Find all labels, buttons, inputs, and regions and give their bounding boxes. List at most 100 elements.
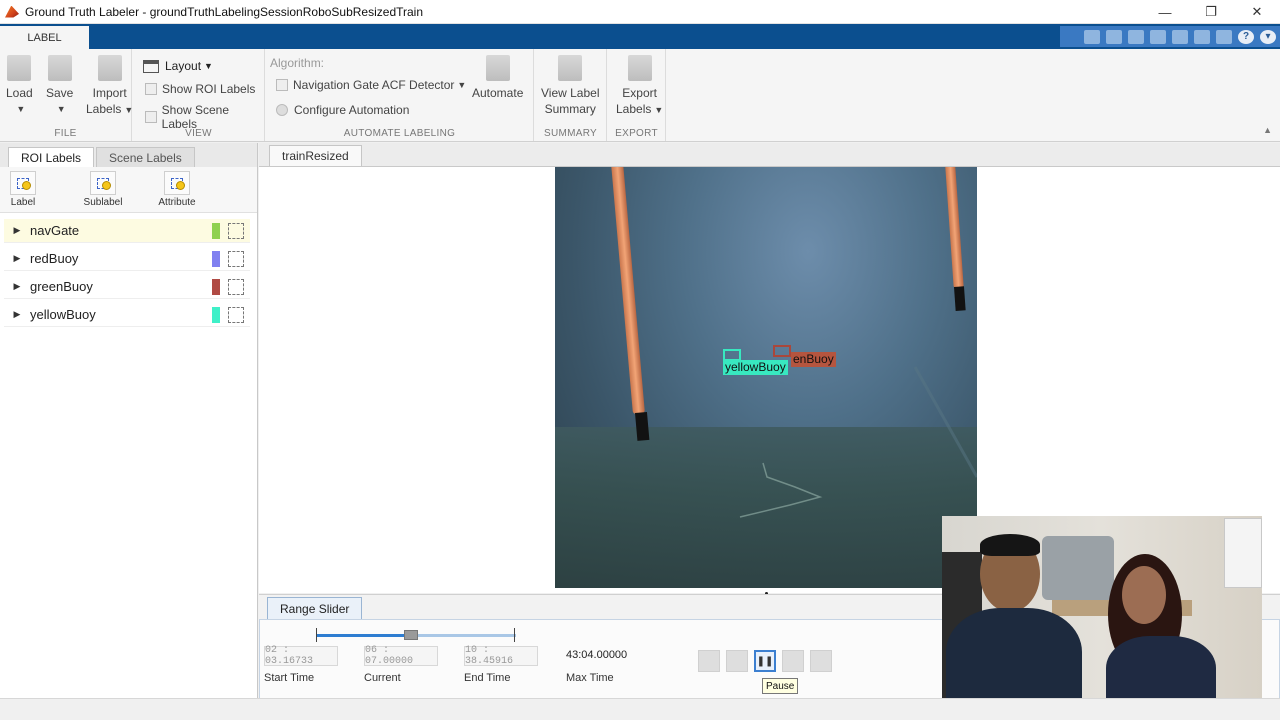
chevron-down-icon: ▼ [124,105,134,115]
last-frame-button[interactable] [810,650,832,672]
add-attribute-button[interactable]: Attribute [152,171,202,208]
label-toolbar: Label Sublabel Attribute [0,167,257,213]
undo-icon[interactable] [1172,29,1188,44]
export-line2: Labels [616,102,652,116]
import-labels-button[interactable]: Import Labels ▼ [86,55,133,118]
add-sublabel-icon [90,171,116,195]
save-label: Save [46,86,74,100]
status-bar [0,698,1280,720]
restore-button[interactable]: ❐ [1188,0,1234,24]
range-start-handle[interactable] [316,628,317,642]
pause-button[interactable]: ❚❚ [754,650,776,672]
folder-icon [7,55,32,81]
add-attribute-text: Attribute [158,197,196,208]
export-section: Export Labels ▼ EXPORT [608,49,666,141]
configure-automation-radio[interactable]: Configure Automation [276,103,409,117]
automate-button[interactable]: Automate [472,55,523,101]
roi-label-item[interactable]: ▶ greenBuoy [4,275,250,299]
roi-labels-panel: ROI Labels Scene Labels Label Sublabel A… [0,143,258,698]
view-label-summary-button[interactable]: View Label Summary [541,55,600,117]
file-section-title: FILE [54,128,77,139]
label-color-swatch [212,250,220,267]
previous-frame-button[interactable] [726,650,748,672]
tab-roi-labels[interactable]: ROI Labels [8,147,95,167]
time-range-slider[interactable] [316,628,516,642]
start-time-field[interactable]: 02 : 03.16733 [264,645,338,667]
add-label-text: Label [10,197,36,208]
rectangle-roi-icon [228,222,244,239]
monitor-background [1042,536,1114,600]
current-time-field[interactable]: 06 : 07.00000 [364,645,438,667]
redo-icon[interactable] [1194,29,1210,44]
label-tabs: ROI Labels Scene Labels [0,143,257,167]
add-sublabel-button[interactable]: Sublabel [78,171,128,208]
layout-label: Layout [165,59,202,73]
summary-section: View Label Summary SUMMARY [535,49,607,141]
chevron-down-icon: ▼ [16,104,26,114]
chevron-right-icon[interactable]: ▶ [4,225,30,236]
chevron-right-icon[interactable]: ▶ [4,253,30,264]
tab-train-resized[interactable]: trainResized [269,145,362,166]
tab-label[interactable]: LABEL [0,26,89,49]
presenter-left-shirt [946,608,1082,708]
presenter-webcam [942,516,1262,708]
roi-label-item[interactable]: ▶ redBuoy [4,247,250,271]
algorithm-value: Navigation Gate ACF Detector [293,78,455,92]
layout-button[interactable]: Layout ▼ [143,59,213,73]
minimize-button[interactable]: — [1142,0,1188,24]
label-color-swatch [212,222,220,239]
algorithm-dropdown[interactable]: Navigation Gate ACF Detector ▼ [276,78,466,92]
load-button[interactable]: Load ▼ [6,55,33,117]
chevron-right-icon[interactable]: ▶ [4,281,30,292]
configure-automation-label: Configure Automation [294,103,410,117]
summary-line2: Summary [544,102,596,116]
floor-markings [739,366,977,518]
save-icon[interactable] [1084,29,1100,44]
algorithm-icon [276,79,288,91]
ribbon: Load ▼ Save ▼ Import Labels ▼ FILE Layout… [0,49,1280,142]
next-frame-button[interactable] [782,650,804,672]
radio-icon [276,104,288,116]
copy-icon[interactable] [1128,29,1144,44]
tab-scene-labels[interactable]: Scene Labels [96,147,195,167]
document-tabs: trainResized [259,143,1280,167]
window-layout-icon[interactable] [1216,29,1232,44]
rectangle-roi-icon [228,306,244,323]
floppy-icon [47,55,72,81]
cut-icon[interactable] [1106,29,1122,44]
rectangle-roi-icon [228,278,244,295]
show-roi-labels-checkbox[interactable]: Show ROI Labels [145,82,255,96]
presenter-right-head [1122,566,1166,624]
whiteboard [1224,518,1262,588]
show-scene-labels-checkbox[interactable]: Show Scene Labels [145,103,264,131]
matlab-logo-icon [5,5,19,18]
roi-label-item[interactable]: ▶ navGate [4,219,250,243]
paste-icon[interactable] [1150,29,1166,44]
slider-progress [316,634,410,637]
label-color-swatch [212,306,220,323]
end-time-field[interactable]: 10 : 38.45916 [464,645,538,667]
first-frame-button[interactable] [698,650,720,672]
add-label-button[interactable]: Label [4,171,42,208]
save-button[interactable]: Save ▼ [46,55,73,117]
minimize-ribbon-icon[interactable]: ▾ [1260,29,1276,44]
tab-range-slider[interactable]: Range Slider [267,597,363,619]
add-label-icon [10,171,36,195]
load-label: Load [6,86,33,100]
current-time-thumb[interactable] [404,630,418,640]
help-icon[interactable]: ? [1238,29,1254,44]
close-button[interactable]: ✕ [1234,0,1280,24]
chevron-right-icon[interactable]: ▶ [4,309,30,320]
layout-icon [143,59,159,73]
range-end-handle[interactable] [514,628,515,642]
max-time-label: Max Time [566,672,614,684]
video-frame[interactable]: enBuoy yellowBuoy [555,167,977,588]
export-labels-button[interactable]: Export Labels ▼ [616,55,663,118]
file-section: Load ▼ Save ▼ Import Labels ▼ FILE [0,49,133,141]
end-time-label: End Time [464,672,511,684]
title-bar: Ground Truth Labeler - groundTruthLabeli… [0,0,1280,24]
gear-icon [485,55,510,81]
presenter-left-hair [980,534,1040,556]
roi-label-item[interactable]: ▶ yellowBuoy [4,303,250,327]
collapse-ribbon-icon[interactable]: ▲ [1263,125,1272,135]
